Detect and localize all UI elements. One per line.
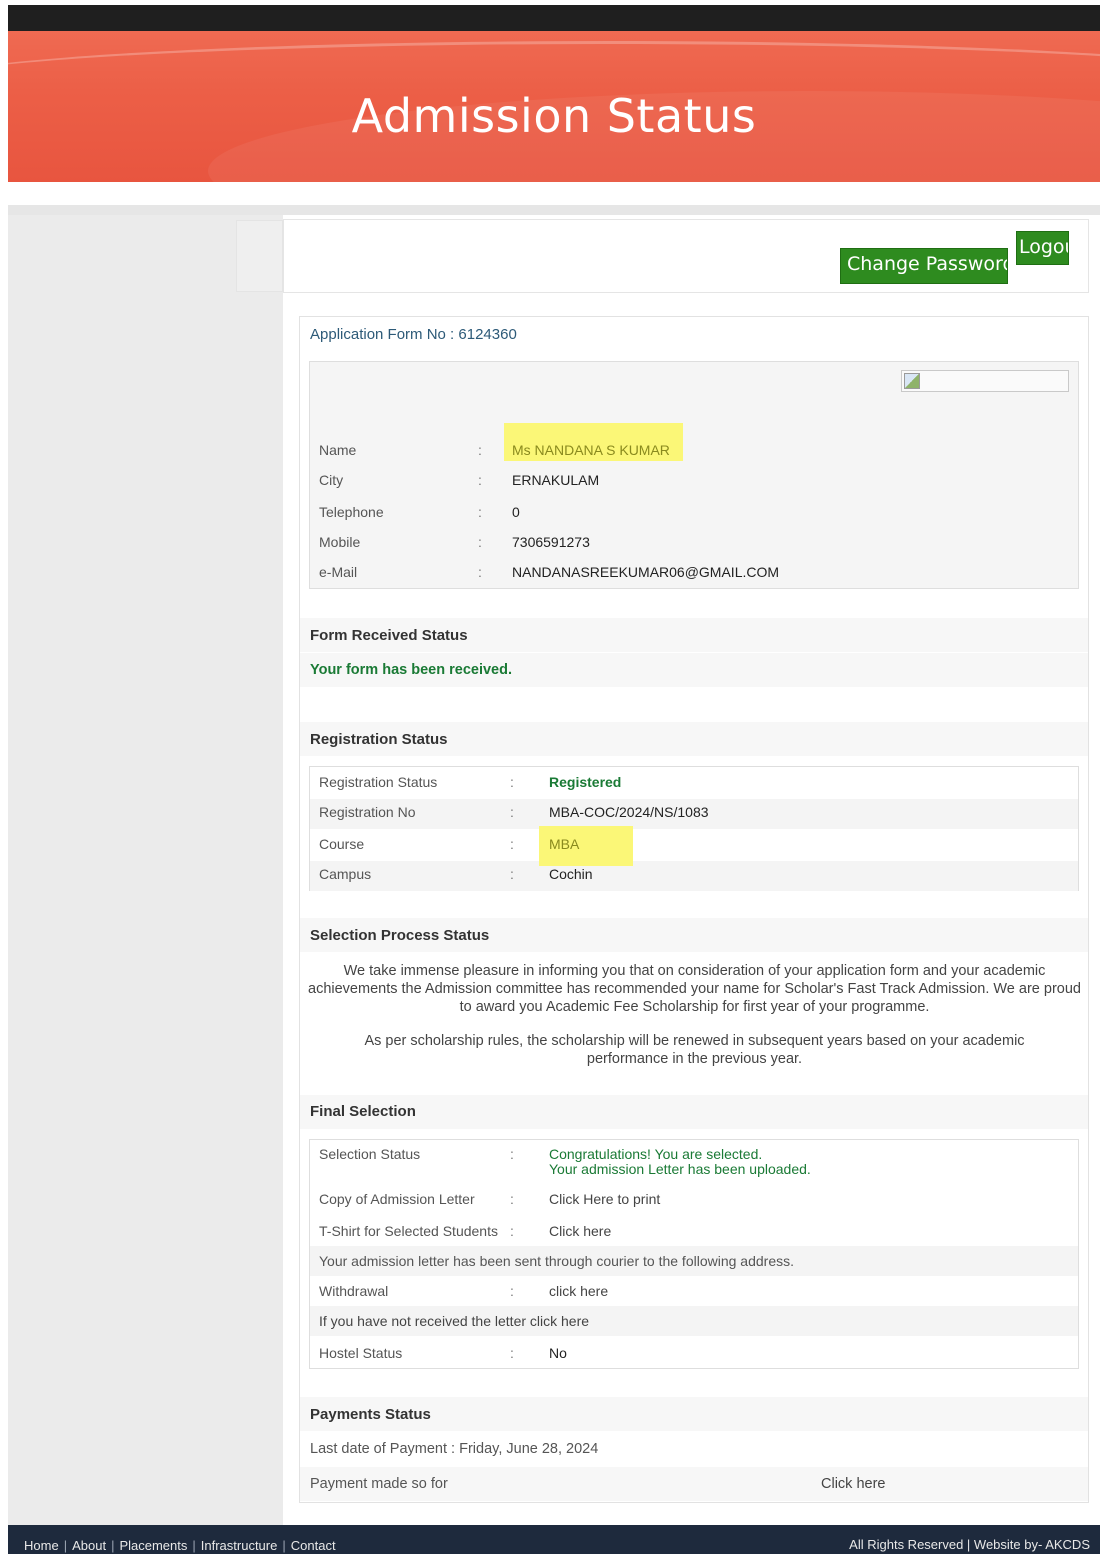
footer-link-infrastructure[interactable]: Infrastructure bbox=[201, 1538, 278, 1553]
payment-made-label: Payment made so for bbox=[310, 1476, 448, 1492]
selection-status-line1: Congratulations! You are selected. bbox=[549, 1146, 763, 1162]
telephone-label: Telephone bbox=[319, 504, 384, 520]
footer-separator: | bbox=[111, 1538, 115, 1553]
section-band bbox=[300, 1095, 1088, 1129]
colon: : bbox=[478, 564, 482, 580]
print-admission-letter-link[interactable]: Click Here to print bbox=[549, 1191, 660, 1207]
withdrawal-label: Withdrawal bbox=[319, 1283, 389, 1299]
hostel-status-label: Hostel Status bbox=[319, 1345, 403, 1361]
name-value: Ms NANDANA S KUMAR bbox=[512, 442, 670, 458]
divider-bar bbox=[8, 205, 1100, 215]
footer-rights: All Rights Reserved | Website by- AKCDS bbox=[849, 1537, 1090, 1552]
registration-status-value: Registered bbox=[549, 774, 622, 790]
footer: Home | About | Placements | Infrastructure | Con… bbox=[8, 1525, 1100, 1554]
name-label: Name bbox=[319, 442, 357, 458]
payment-details-link[interactable]: Click here bbox=[821, 1476, 885, 1492]
courier-note: Your admission letter has been sent thro… bbox=[319, 1253, 794, 1269]
colon: : bbox=[510, 1283, 514, 1299]
city-label: City bbox=[319, 472, 344, 488]
admission-letter-label: Copy of Admission Letter bbox=[319, 1191, 475, 1207]
registration-title: Registration Status bbox=[310, 731, 448, 748]
letter-not-received-link[interactable]: If you have not received the letter clic… bbox=[319, 1313, 589, 1329]
application-form-number: Application Form No : 6124360 bbox=[310, 326, 517, 343]
sidebar-tab bbox=[236, 220, 283, 292]
registration-no-label: Registration No bbox=[319, 804, 416, 820]
tshirt-label: T-Shirt for Selected Students bbox=[319, 1223, 498, 1239]
footer-links: Home | About | Placements | Infrastructure | Con… bbox=[24, 1538, 336, 1553]
colon: : bbox=[510, 836, 514, 852]
colon: : bbox=[478, 534, 482, 550]
logout-button[interactable]: Logou bbox=[1016, 231, 1069, 265]
colon: : bbox=[510, 1223, 514, 1239]
colon: : bbox=[478, 472, 482, 488]
colon: : bbox=[510, 1191, 514, 1207]
applicant-photo bbox=[901, 370, 1069, 392]
mobile-label: Mobile bbox=[319, 534, 361, 550]
registration-no-value: MBA-COC/2024/NS/1083 bbox=[549, 804, 709, 820]
colon: : bbox=[510, 804, 514, 820]
email-label: e-Mail bbox=[319, 564, 358, 580]
personal-info-panel bbox=[309, 361, 1079, 589]
final-selection-title: Final Selection bbox=[310, 1103, 416, 1120]
course-value: MBA bbox=[549, 836, 580, 852]
colon: : bbox=[478, 442, 482, 458]
header-banner: Admission Status bbox=[8, 31, 1100, 182]
left-sidebar bbox=[8, 215, 283, 1525]
selection-process-title: Selection Process Status bbox=[310, 927, 490, 944]
scholarship-renewal-paragraph: As per scholarship rules, the scholarshi… bbox=[364, 1033, 1025, 1067]
footer-link-home[interactable]: Home bbox=[24, 1538, 59, 1553]
payments-title: Payments Status bbox=[310, 1406, 431, 1423]
footer-link-about[interactable]: About bbox=[72, 1538, 106, 1553]
hostel-status-value: No bbox=[549, 1345, 567, 1361]
footer-separator: | bbox=[63, 1538, 68, 1553]
form-received-message: Your form has been received. bbox=[310, 662, 512, 678]
selection-status-label: Selection Status bbox=[319, 1146, 421, 1162]
top-strip bbox=[8, 5, 1100, 31]
telephone-value: 0 bbox=[512, 504, 520, 520]
footer-link-contact[interactable]: Contact bbox=[291, 1538, 336, 1553]
page-title: Admission Status bbox=[351, 89, 757, 143]
broken-image-icon bbox=[904, 373, 920, 389]
colon: : bbox=[510, 1146, 514, 1162]
form-received-title: Form Received Status bbox=[310, 627, 468, 644]
footer-separator: | bbox=[192, 1538, 196, 1553]
colon: : bbox=[510, 866, 514, 882]
registration-status-label: Registration Status bbox=[319, 774, 438, 790]
colon: : bbox=[510, 774, 514, 790]
payment-last-date: Last date of Payment : Friday, June 28, … bbox=[310, 1441, 599, 1457]
course-label: Course bbox=[319, 836, 365, 852]
selection-status-line2: Your admission Letter has been uploaded. bbox=[549, 1161, 811, 1177]
city-value: ERNAKULAM bbox=[512, 472, 600, 488]
withdrawal-link[interactable]: click here bbox=[549, 1283, 608, 1299]
tshirt-link[interactable]: Click here bbox=[549, 1223, 611, 1239]
change-password-button[interactable]: Change Password bbox=[840, 248, 1008, 284]
campus-value: Cochin bbox=[549, 866, 593, 882]
campus-label: Campus bbox=[319, 866, 372, 882]
footer-separator: | bbox=[282, 1538, 286, 1553]
colon: : bbox=[510, 1345, 514, 1361]
footer-link-placements[interactable]: Placements bbox=[119, 1538, 187, 1553]
row-stripe bbox=[310, 861, 1078, 891]
scholarship-paragraph: We take immense pleasure in informing yo… bbox=[308, 963, 1081, 1015]
mobile-value: 7306591273 bbox=[512, 534, 590, 550]
email-value: NANDANASREEKUMAR06@GMAIL.COM bbox=[512, 564, 780, 580]
colon: : bbox=[478, 504, 482, 520]
